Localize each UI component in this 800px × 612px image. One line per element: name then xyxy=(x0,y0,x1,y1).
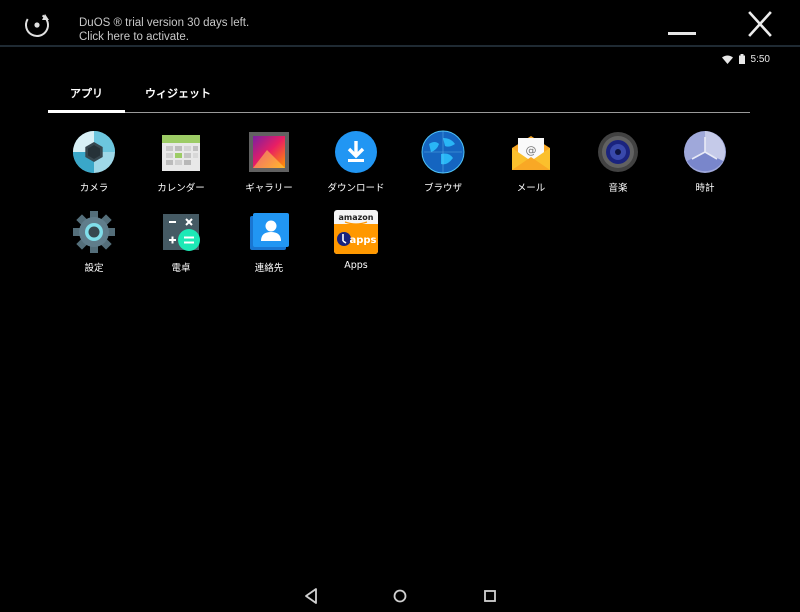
duos-logo-icon xyxy=(25,12,49,37)
wifi-icon xyxy=(721,55,733,64)
app-label: 時計 xyxy=(695,183,715,194)
app-label: メール xyxy=(516,183,546,194)
app-label: Apps xyxy=(344,260,368,271)
app-label: カメラ xyxy=(79,183,109,194)
minimize-window-button[interactable] xyxy=(664,14,700,40)
amazon-appstore-icon: amazon apps xyxy=(334,210,378,254)
status-bar: 5:50 xyxy=(721,52,770,66)
app-grid: カメラ カレンダー ギャラリー ダウンロード ブラウザ @ メール 音楽 時計 … xyxy=(50,128,750,288)
settings-gear-icon xyxy=(73,211,115,253)
app-label: ダウンロード xyxy=(327,183,385,194)
download-icon xyxy=(335,131,377,173)
app-amazon-apps[interactable]: amazon apps Apps xyxy=(312,208,400,278)
activate-text: Click here to activate. xyxy=(79,31,189,43)
app-mail[interactable]: @ メール xyxy=(487,128,575,198)
navigation-bar xyxy=(0,578,800,612)
tabs-divider xyxy=(125,112,750,113)
mail-icon: @ xyxy=(512,136,550,170)
app-label: ブラウザ xyxy=(423,183,462,194)
music-speaker-icon xyxy=(598,132,638,172)
close-window-button[interactable] xyxy=(742,8,778,42)
app-label: 連絡先 xyxy=(254,263,284,274)
status-time: 5:50 xyxy=(750,53,770,65)
app-clock[interactable]: 時計 xyxy=(661,128,749,198)
banner-divider xyxy=(0,45,800,47)
app-browser[interactable]: ブラウザ xyxy=(399,128,487,198)
tab-apps[interactable]: アプリ xyxy=(48,80,125,112)
trial-days-left-text: DuOS ® trial version 30 days left. xyxy=(79,17,250,29)
app-music[interactable]: 音楽 xyxy=(574,128,662,198)
browser-globe-icon xyxy=(421,130,465,174)
app-label: 設定 xyxy=(84,263,104,274)
contacts-icon xyxy=(250,213,289,250)
app-download[interactable]: ダウンロード xyxy=(312,128,400,198)
app-settings[interactable]: 設定 xyxy=(50,208,138,278)
app-calendar[interactable]: カレンダー xyxy=(137,128,225,198)
gallery-icon xyxy=(249,132,289,172)
app-label: 音楽 xyxy=(608,183,628,194)
app-label: カレンダー xyxy=(157,183,205,194)
camera-icon xyxy=(73,131,115,173)
trial-activate-link[interactable]: DuOS ® trial version 30 days left. Click… xyxy=(79,16,249,44)
app-label: ギャラリー xyxy=(245,183,293,194)
apps-icon-text: apps xyxy=(349,235,376,246)
app-contacts[interactable]: 連絡先 xyxy=(225,208,313,278)
calculator-icon xyxy=(163,214,200,251)
app-calculator[interactable]: 電卓 xyxy=(137,208,225,278)
recents-button[interactable] xyxy=(476,582,504,610)
home-button[interactable] xyxy=(386,582,414,610)
app-camera[interactable]: カメラ xyxy=(50,128,138,198)
app-gallery[interactable]: ギャラリー xyxy=(225,128,313,198)
amazon-icon-text: amazon xyxy=(339,213,374,222)
drawer-tabs: アプリ ウィジェット xyxy=(48,80,750,116)
back-button[interactable] xyxy=(297,582,325,610)
trial-banner[interactable]: DuOS ® trial version 30 days left. Click… xyxy=(0,0,800,46)
app-label: 電卓 xyxy=(171,263,191,274)
tab-selected-indicator xyxy=(48,110,125,113)
clock-icon xyxy=(684,131,726,173)
tab-widgets[interactable]: ウィジェット xyxy=(125,80,231,112)
svg-text:@: @ xyxy=(526,144,537,157)
battery-icon xyxy=(738,54,745,64)
calendar-icon xyxy=(162,135,200,171)
